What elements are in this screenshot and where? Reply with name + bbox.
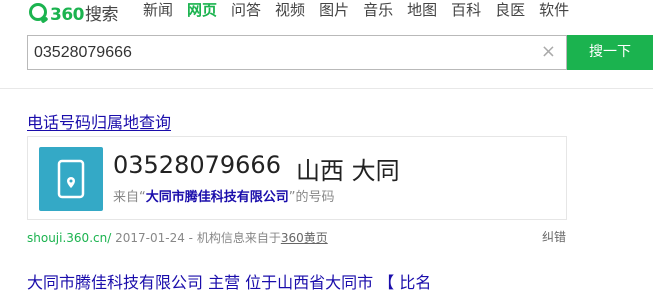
nav-item-software[interactable]: 软件 — [539, 0, 569, 20]
nav-item-news[interactable]: 新闻 — [143, 0, 173, 20]
company-name[interactable]: 大同市腾佳科技有限公司 — [146, 190, 289, 205]
logo-360-search[interactable]: 360搜索 — [29, 1, 119, 25]
from-prefix: 来自“ — [113, 190, 146, 205]
result-meta: shouji.360.cn/ 2017-01-24 - 机构信息来自于360黄页 — [27, 229, 328, 246]
source-link[interactable]: 360黄页 — [281, 231, 328, 245]
nav-item-video[interactable]: 视频 — [275, 0, 305, 20]
clear-icon[interactable]: × — [541, 41, 556, 63]
search-box: × — [27, 35, 567, 70]
search-input[interactable] — [34, 40, 534, 65]
nav-item-health[interactable]: 良医 — [495, 0, 525, 20]
next-result-title[interactable]: 大同市腾佳科技有限公司 主营 位于山西省大同市 【 比名 — [27, 269, 431, 293]
nav-menu: 新闻 网页 问答 视频 图片 音乐 地图 百科 良医 软件 — [143, 0, 583, 20]
source-line: 来自“大同市腾佳科技有限公司”的号码 — [113, 186, 335, 205]
search-button[interactable]: 搜一下 — [567, 35, 653, 70]
result-url[interactable]: shouji.360.cn/ — [27, 231, 111, 245]
nav-item-web[interactable]: 网页 — [187, 0, 217, 20]
mobile-phone-location-icon — [39, 147, 103, 211]
phone-location: 山西 大同 — [296, 157, 400, 185]
result-title-link[interactable]: 电话号码归属地查询 — [27, 109, 171, 133]
phone-lookup-card: 03528079666 山西 大同 来自“大同市腾佳科技有限公司”的号码 — [27, 136, 567, 220]
nav-item-qa[interactable]: 问答 — [231, 0, 261, 20]
result-date: 2017-01-24 — [115, 231, 185, 245]
logo-text: 360搜索 — [50, 4, 119, 25]
report-error-link[interactable]: 纠错 — [542, 228, 566, 245]
from-suffix: ”的号码 — [288, 190, 335, 205]
top-navigation: 360搜索 新闻 网页 问答 视频 图片 音乐 地图 百科 良医 软件 — [0, 0, 653, 30]
nav-item-maps[interactable]: 地图 — [407, 0, 437, 20]
logo-circle-icon — [29, 3, 47, 21]
nav-item-music[interactable]: 音乐 — [363, 0, 393, 20]
divider — [0, 88, 653, 89]
phone-number: 03528079666 — [113, 151, 281, 179]
nav-item-baike[interactable]: 百科 — [451, 0, 481, 20]
source-text: - 机构信息来自于 — [188, 231, 281, 245]
nav-item-images[interactable]: 图片 — [319, 0, 349, 20]
